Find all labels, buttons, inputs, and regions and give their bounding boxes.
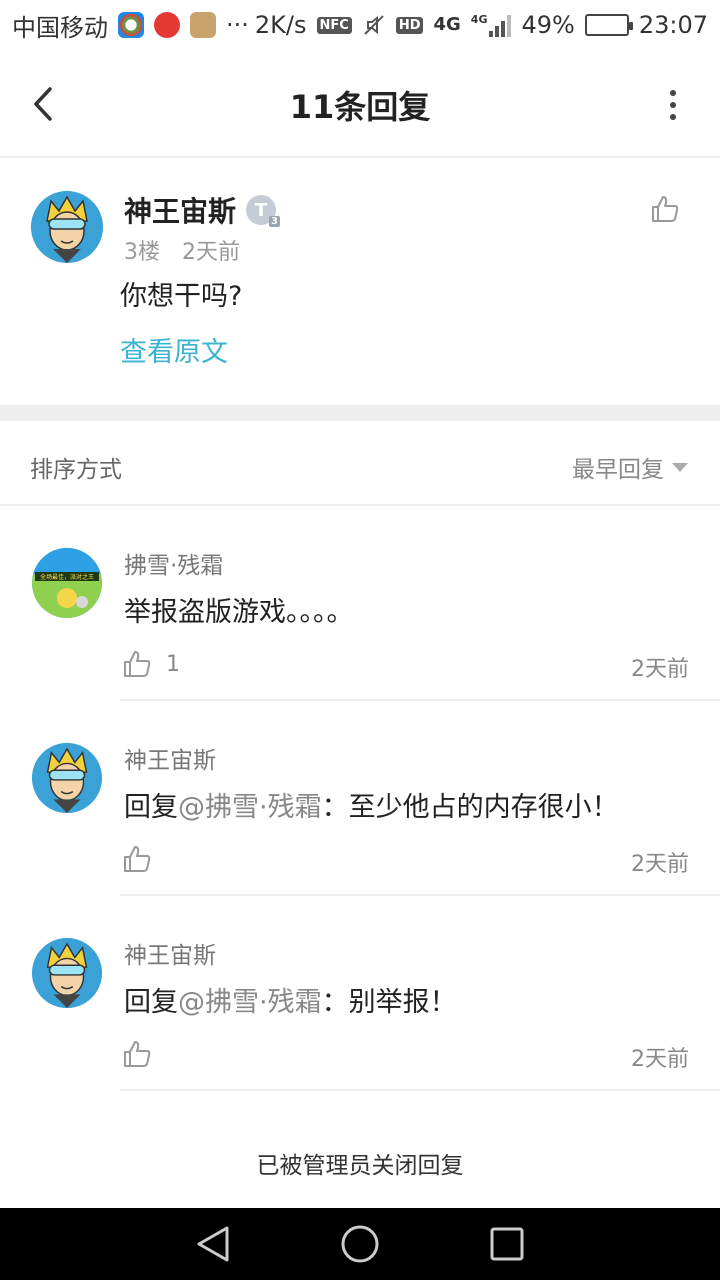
avatar[interactable] (32, 743, 102, 813)
reply-time: 2天前 (631, 852, 689, 877)
avatar-caption: 全场最佳，派对之王 (40, 573, 94, 581)
status-bar: 中国移动 ··· 2K/s NFC HD 4G 4G 49% 23:07 (0, 0, 720, 50)
reply-author[interactable]: 神王宙斯 (124, 741, 216, 775)
nav-back-button[interactable] (193, 1224, 233, 1264)
post-author[interactable]: 神王宙斯 T3 (124, 190, 281, 230)
more-notifications-icon: ··· (226, 11, 249, 39)
thumbs-up-icon (124, 651, 151, 677)
divider (120, 1089, 720, 1091)
avatar[interactable] (32, 938, 102, 1008)
post-content: 你想干吗? (120, 281, 243, 312)
thumbs-up-icon (124, 846, 151, 872)
clock: 23:07 (638, 11, 708, 39)
sort-label: 排序方式 (30, 457, 122, 483)
main-post: 神王宙斯 T3 3楼 2天前 你想干吗? 查看原文 (0, 160, 720, 405)
triangle-back-icon (197, 1226, 229, 1262)
reply-item: 神王宙斯 回复@拂雪·残霜：至少他占的内存很小！ 2天前 (0, 701, 720, 896)
section-divider (0, 405, 720, 421)
top-app-bar: 11条回复 (0, 50, 720, 158)
sort-bar: 排序方式 最早回复 (0, 421, 720, 506)
reply-body: 举报盗版游戏。。。。 (124, 597, 354, 628)
reply-content: 举报盗版游戏。。。。 (124, 590, 354, 629)
more-dot-icon (670, 102, 676, 108)
avatar[interactable]: 全场最佳，派对之王 (32, 548, 102, 618)
avatar-image (32, 743, 102, 813)
system-navigation-bar (0, 1208, 720, 1280)
reply-body: ：至少他占的内存很小！ (321, 792, 619, 823)
page-title: 11条回复 (289, 88, 431, 126)
user-level-badge: T3 (246, 195, 281, 227)
replies-closed-notice: 已被管理员关闭回复 (256, 1153, 464, 1179)
post-meta: 3楼 2天前 (124, 234, 240, 266)
network-type-icon: 4G (433, 14, 461, 35)
network-speed: 2K/s (254, 11, 307, 39)
like-button[interactable] (650, 194, 680, 224)
nav-recents-button[interactable] (487, 1224, 527, 1264)
like-count: 1 (166, 651, 180, 677)
badge-letter: T (254, 199, 268, 221)
thumbs-up-icon (124, 1041, 151, 1067)
more-dot-icon (670, 90, 676, 96)
reply-time: 2天前 (631, 657, 689, 682)
reply-content: 回复@拂雪·残霜：别举报！ (124, 980, 457, 1019)
reply-author[interactable]: 神王宙斯 (124, 936, 216, 970)
avatar-image (32, 938, 102, 1008)
reply-item: 神王宙斯 回复@拂雪·残霜：别举报！ 2天前 (0, 896, 720, 1091)
view-original-link[interactable]: 查看原文 (120, 330, 228, 369)
reply-body: ：别举报！ (321, 987, 457, 1018)
music-notification-icon (154, 12, 180, 38)
more-dot-icon (670, 114, 676, 120)
reply-time: 2天前 (631, 1047, 689, 1072)
like-button[interactable] (122, 844, 166, 874)
reply-item: 全场最佳，派对之王 拂雪·残霜 举报盗版游戏。。。。 1 2天前 (0, 506, 720, 701)
hd-icon: HD (395, 16, 424, 34)
carrier-label: 中国移动 (12, 13, 108, 42)
floor-number: 3楼 (124, 240, 160, 265)
battery-icon (584, 14, 633, 36)
thumbs-up-icon (652, 196, 679, 222)
mute-icon (364, 15, 384, 35)
nav-home-button[interactable] (340, 1224, 380, 1264)
avatar-image (31, 191, 103, 263)
reply-prefix: 回复 (124, 987, 178, 1018)
like-button[interactable]: 1 (122, 649, 180, 679)
network-type-small: 4G (470, 13, 488, 26)
signal-icon (489, 13, 512, 37)
reply-prefix: 回复 (124, 792, 178, 823)
post-time: 2天前 (182, 240, 240, 265)
more-options-button[interactable] (666, 90, 680, 120)
avatar[interactable] (31, 191, 103, 263)
square-recents-icon (490, 1227, 524, 1261)
mention-link[interactable]: @拂雪·残霜 (178, 792, 322, 823)
battery-percent: 49% (521, 11, 575, 39)
sort-dropdown[interactable]: 最早回复 (572, 450, 688, 484)
mention-link[interactable]: @拂雪·残霜 (178, 987, 322, 1018)
circle-home-icon (341, 1225, 379, 1263)
author-name: 神王宙斯 (124, 195, 237, 228)
reply-author[interactable]: 拂雪·残霜 (124, 546, 223, 580)
sort-value: 最早回复 (572, 457, 664, 483)
caret-down-icon (672, 462, 688, 472)
avatar-image: 全场最佳，派对之王 (32, 548, 102, 618)
like-button[interactable] (122, 1039, 166, 1069)
app-notification-icon (118, 12, 144, 38)
app-notification-icon-2 (190, 12, 216, 38)
badge-level: 3 (269, 216, 281, 227)
nfc-icon: NFC (316, 16, 352, 34)
reply-content: 回复@拂雪·残霜：至少他占的内存很小！ (124, 785, 619, 824)
